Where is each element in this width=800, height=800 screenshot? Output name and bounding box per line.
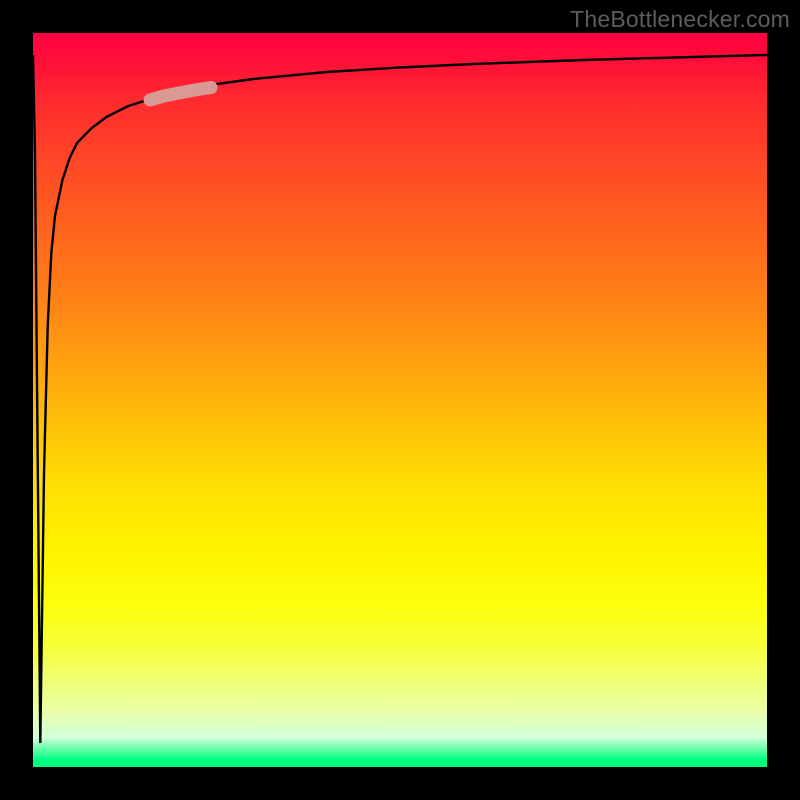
chart-svg — [33, 33, 767, 767]
highlight-segment — [150, 88, 211, 101]
bottleneck-curve — [33, 55, 767, 743]
watermark-text: TheBottlenecker.com — [570, 6, 790, 33]
chart-container: TheBottlenecker.com — [0, 0, 800, 800]
